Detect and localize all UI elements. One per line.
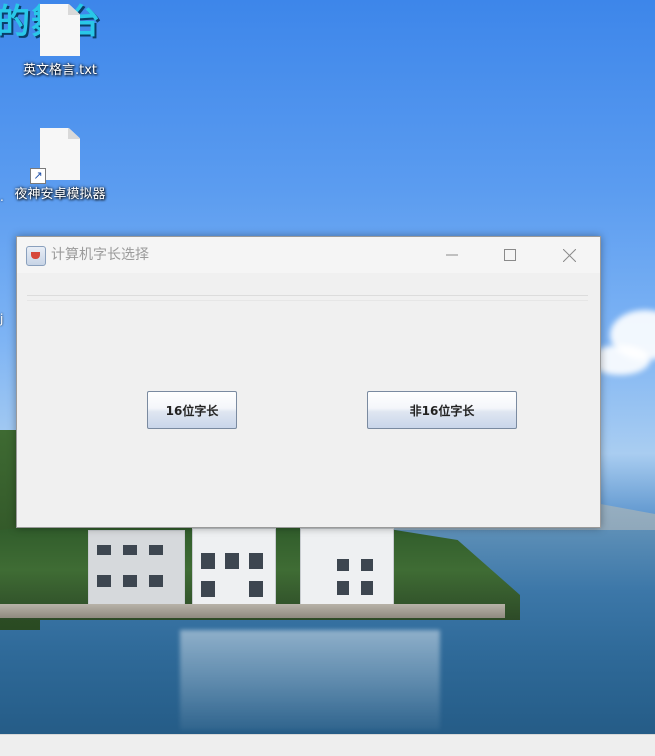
desktop-icon-label: 夜神安卓模拟器 — [14, 187, 106, 202]
non-16-bit-word-length-button[interactable]: 非16位字长 — [367, 391, 517, 429]
building — [300, 528, 394, 606]
edge-text-fragment: . — [0, 190, 4, 204]
taskbar — [0, 734, 655, 756]
close-icon — [563, 248, 576, 262]
app-window: 计算机字长选择 16位字长 非16位字长 — [16, 236, 601, 528]
close-button[interactable] — [539, 237, 600, 273]
minimize-icon — [446, 254, 458, 256]
menu-bar-separator — [27, 295, 588, 301]
desktop-background: 的舞台 英文格言.txt 夜神安卓模拟器 ↗ . j 计算机字长选择 — [0, 0, 655, 756]
desktop-icon-text-file[interactable]: 英文格言.txt — [14, 4, 106, 80]
16-bit-word-length-button[interactable]: 16位字长 — [147, 391, 237, 429]
maximize-icon — [504, 249, 516, 261]
desktop-icon-shortcut[interactable]: 夜神安卓模拟器 — [14, 128, 106, 204]
java-app-icon — [26, 246, 46, 266]
water-reflection — [180, 630, 440, 730]
maximize-button[interactable] — [481, 237, 539, 273]
shortcut-arrow-icon: ↗ — [30, 168, 46, 184]
window-content: 16位字长 非16位字长 — [17, 273, 600, 527]
window-titlebar[interactable]: 计算机字长选择 — [17, 237, 600, 273]
window-title: 计算机字长选择 — [51, 247, 149, 263]
shortcut-file-icon — [40, 128, 80, 180]
building — [192, 528, 276, 608]
minimize-button[interactable] — [423, 237, 481, 273]
edge-text-fragment: j — [0, 312, 4, 326]
waterfront-dock — [0, 604, 505, 618]
desktop-icon-label: 英文格言.txt — [22, 63, 98, 78]
building — [88, 530, 185, 607]
text-file-icon — [40, 4, 80, 56]
